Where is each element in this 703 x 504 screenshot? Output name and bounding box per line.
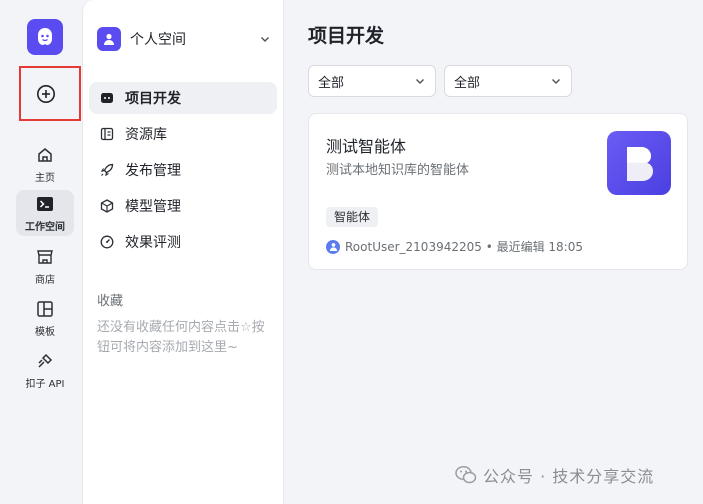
favorites-empty-text: 还没有收藏任何内容点击☆按钮可将内容添加到这里~ [97,320,265,355]
rail-item-label: 扣子 API [25,379,65,390]
space-name: 个人空间 [130,32,186,48]
library-icon [99,126,115,142]
rail-item-home[interactable]: 主页 [16,141,74,187]
rail-item-label: 主页 [35,173,55,184]
nav-item-models[interactable]: 模型管理 [89,190,277,222]
agent-avatar-icon [607,131,671,195]
gauge-icon [99,234,115,250]
nav-item-label: 资源库 [125,127,167,143]
user-icon [97,27,121,51]
plus-circle-icon [37,85,55,103]
terminal-icon [34,193,56,215]
card-meta: RootUser_2103942205 • 最近编辑 18:05 [326,238,583,255]
rocket-icon [99,162,115,178]
template-icon [34,298,56,320]
card-description: 测试本地知识库的智能体 [326,163,470,178]
home-icon [34,144,56,166]
nav-item-evaluation[interactable]: 效果评测 [89,226,277,258]
filter-select-status[interactable]: 全部 [444,65,572,97]
rail-item-api[interactable]: 扣子 API [16,347,74,393]
project-card[interactable]: 测试智能体 测试本地知识库的智能体 智能体 RootUser_210394220… [308,113,688,270]
watermark-text: 公众号 · 技术分享交流 [483,467,655,486]
nav-item-label: 效果评测 [125,235,181,251]
card-tag: 智能体 [326,207,379,227]
nav-item-label: 项目开发 [125,91,181,107]
rail-item-workspace[interactable]: 工作空间 [16,190,74,236]
app-logo[interactable] [27,19,63,55]
rail-item-label: 商店 [35,275,55,286]
page-title: 项目开发 [308,25,385,47]
favorites-title: 收藏 [97,294,124,309]
card-title: 测试智能体 [326,137,407,156]
wechat-icon [455,464,477,486]
logo-icon [38,28,52,45]
workspace-panel: 个人空间 项目开发 资源库 发布管理 模型管理 效果评测 收藏 还没有收藏任何内… [82,0,284,504]
space-selector[interactable]: 个人空间 [97,24,271,54]
select-value: 全部 [454,75,481,91]
filter-select-type[interactable]: 全部 [308,65,436,97]
rail-item-template[interactable]: 模板 [16,295,74,341]
main-content: 项目开发 全部 全部 测试智能体 测试本地知识库的智能体 智能体 RootUse… [285,0,703,504]
nav-item-label: 发布管理 [125,163,181,179]
rail-item-label: 模板 [35,327,55,338]
project-icon [99,90,115,106]
select-value: 全部 [318,75,345,91]
store-icon [34,246,56,268]
api-icon [34,350,56,372]
rail-item-store[interactable]: 商店 [16,243,74,289]
create-button[interactable] [34,82,58,106]
model-icon [99,198,115,214]
rail-item-label: 工作空间 [25,222,65,233]
watermark: 公众号 · 技术分享交流 [455,463,654,487]
left-rail: 主页 工作空间 商店 模板 扣子 API [0,0,82,504]
nav-item-publish[interactable]: 发布管理 [89,154,277,186]
card-meta-text: RootUser_2103942205 • 最近编辑 18:05 [345,240,583,254]
chevron-down-icon [550,75,562,87]
chevron-down-icon [414,75,426,87]
chevron-down-icon [259,30,271,49]
nav-item-label: 模型管理 [125,199,181,215]
nav-item-library[interactable]: 资源库 [89,118,277,150]
user-icon [326,239,340,254]
nav-item-project-dev[interactable]: 项目开发 [89,82,277,114]
